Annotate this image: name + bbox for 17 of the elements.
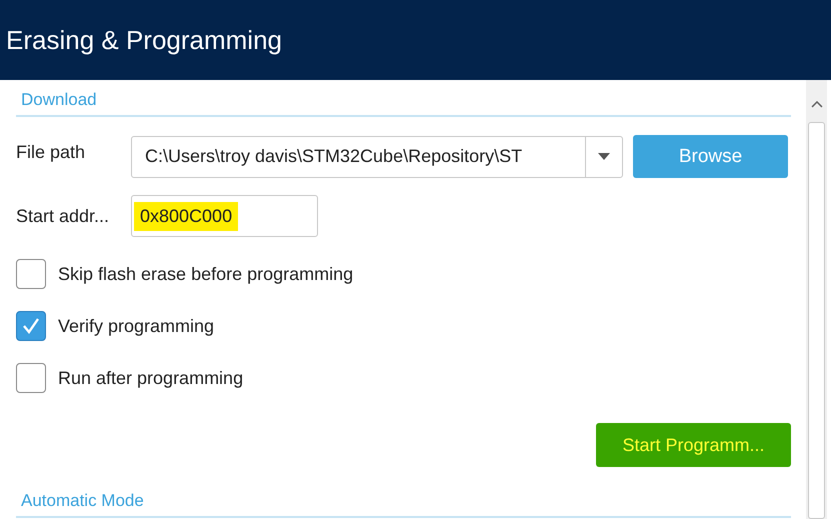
file-path-dropdown[interactable]: C:\Users\troy davis\STM32Cube\Repository\ST bbox=[131, 136, 623, 178]
window-title: Erasing & Programming bbox=[6, 24, 282, 56]
scrollbar-thumb[interactable] bbox=[808, 122, 825, 519]
scroll-up-icon[interactable] bbox=[810, 100, 822, 108]
section-heading: Download bbox=[20, 90, 98, 111]
checkbox[interactable] bbox=[16, 363, 46, 393]
checkbox-label: Verify programming bbox=[58, 316, 214, 336]
address-input-field[interactable]: 0x800C000 bbox=[131, 195, 318, 237]
checkbox-label: Skip flash erase before programming bbox=[58, 264, 354, 284]
field-label: Start addr... bbox=[16, 206, 110, 226]
scrollbar[interactable] bbox=[806, 80, 827, 519]
caret-icon bbox=[598, 153, 610, 160]
field-label: File path bbox=[16, 142, 86, 163]
checkbox[interactable] bbox=[16, 259, 46, 289]
checkbox[interactable] bbox=[16, 311, 46, 341]
section-heading: Automatic Mode bbox=[20, 491, 145, 512]
checkbox-label: Run after programming bbox=[58, 368, 244, 388]
